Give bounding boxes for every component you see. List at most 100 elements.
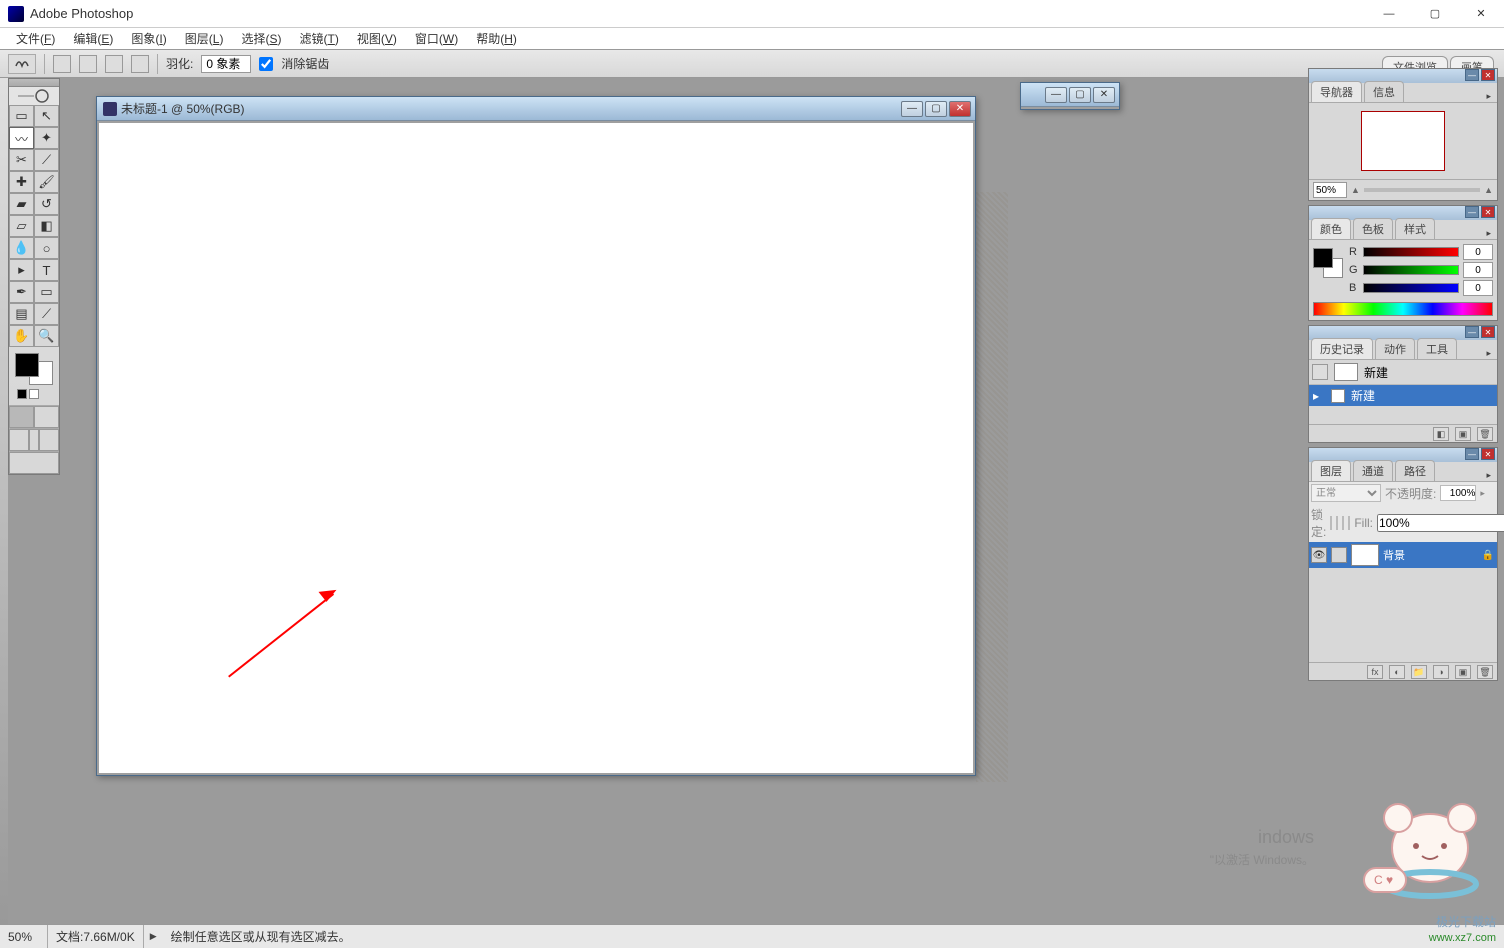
delete-state-icon[interactable]: 🗑	[1477, 427, 1493, 441]
gradient-tool-icon[interactable]: ◧	[34, 215, 59, 237]
layer-style-icon[interactable]: fx	[1367, 665, 1383, 679]
panel-menu-icon[interactable]: ▸	[1480, 470, 1497, 481]
fill-input[interactable]	[1377, 514, 1504, 532]
zoom-tool-icon[interactable]: 🔍	[34, 325, 59, 347]
menu-view[interactable]: 视图(V)	[349, 28, 405, 49]
doc-maximize-icon[interactable]: ▢	[925, 101, 947, 117]
g-input[interactable]	[1463, 262, 1493, 278]
panel-close-icon[interactable]: ✕	[1481, 206, 1495, 218]
color-ramp[interactable]	[1313, 302, 1493, 316]
subtract-selection-icon[interactable]	[105, 55, 123, 73]
tab-tool-presets[interactable]: 工具	[1417, 338, 1457, 359]
tab-color[interactable]: 颜色	[1311, 218, 1351, 239]
hand-tool-icon[interactable]: ✋	[9, 325, 34, 347]
color-swatch[interactable]	[1313, 248, 1343, 278]
pen-tool-icon[interactable]: ✒	[9, 281, 34, 303]
navigator-thumbnail[interactable]	[1361, 111, 1445, 171]
blur-tool-icon[interactable]: 💧	[9, 237, 34, 259]
jump-to-icon[interactable]	[9, 452, 59, 474]
screen-mode-2-icon[interactable]	[29, 429, 40, 451]
zoom-slider[interactable]	[1364, 188, 1480, 192]
swap-colors-icon[interactable]	[29, 389, 39, 399]
heal-tool-icon[interactable]: ✚	[9, 171, 34, 193]
new-layer-icon[interactable]: ▣	[1455, 665, 1471, 679]
notes-tool-icon[interactable]: ▤	[9, 303, 34, 325]
b-input[interactable]	[1463, 280, 1493, 296]
default-colors-icon[interactable]	[17, 389, 27, 399]
navigator-zoom-input[interactable]	[1313, 182, 1347, 198]
minimize-button[interactable]: —	[1366, 0, 1412, 28]
zoom-in-icon[interactable]: ▲	[1484, 185, 1493, 195]
opacity-flyout-icon[interactable]: ▸	[1480, 488, 1485, 499]
status-doc-info[interactable]: 文档:7.66M/0K	[48, 925, 144, 948]
layer-row[interactable]: 👁 背景 🔒	[1309, 542, 1497, 568]
toolbox-header[interactable]	[9, 79, 59, 87]
doc-close-icon[interactable]: ✕	[949, 101, 971, 117]
standard-mode-icon[interactable]	[9, 406, 34, 428]
canvas[interactable]	[99, 123, 973, 773]
bg-doc-maximize-icon[interactable]: ▢	[1069, 87, 1091, 103]
lock-transparent-icon[interactable]	[1330, 516, 1332, 530]
lock-position-icon[interactable]	[1342, 516, 1344, 530]
menu-image[interactable]: 图象(I)	[123, 28, 174, 49]
history-item[interactable]: ▸ 新建	[1309, 385, 1497, 406]
screen-mode-3-icon[interactable]	[39, 429, 59, 451]
lock-all-icon[interactable]	[1348, 516, 1350, 530]
new-selection-icon[interactable]	[53, 55, 71, 73]
layer-name[interactable]: 背景	[1383, 547, 1477, 563]
opacity-input[interactable]	[1440, 485, 1476, 501]
panel-menu-icon[interactable]: ▸	[1480, 91, 1497, 102]
visibility-toggle-icon[interactable]: 👁	[1311, 547, 1327, 563]
tab-channels[interactable]: 通道	[1353, 460, 1393, 481]
tab-actions[interactable]: 动作	[1375, 338, 1415, 359]
new-snapshot-icon[interactable]: ▣	[1455, 427, 1471, 441]
r-input[interactable]	[1463, 244, 1493, 260]
eyedropper-icon[interactable]: ⟋	[34, 303, 59, 325]
brush-tool-icon[interactable]: 🖌	[34, 171, 59, 193]
path-select-icon[interactable]: ▸	[9, 259, 34, 281]
panel-minimize-icon[interactable]: —	[1465, 448, 1479, 460]
feather-input[interactable]	[201, 55, 251, 73]
new-set-icon[interactable]: 📁	[1411, 665, 1427, 679]
menu-edit[interactable]: 编辑(E)	[65, 28, 121, 49]
tab-history[interactable]: 历史记录	[1311, 338, 1373, 359]
panel-minimize-icon[interactable]: —	[1465, 206, 1479, 218]
slice-tool-icon[interactable]: ⟋	[34, 149, 59, 171]
tab-info[interactable]: 信息	[1364, 81, 1404, 102]
status-zoom[interactable]: 50%	[0, 925, 48, 948]
bg-doc-close-icon[interactable]: ✕	[1093, 87, 1115, 103]
panel-close-icon[interactable]: ✕	[1481, 448, 1495, 460]
menu-file[interactable]: 文件(F)	[8, 28, 63, 49]
tab-navigator[interactable]: 导航器	[1311, 81, 1362, 102]
add-selection-icon[interactable]	[79, 55, 97, 73]
antialias-checkbox[interactable]	[259, 57, 273, 71]
lasso-tool-icon[interactable]: 〰	[9, 127, 34, 149]
current-tool-icon[interactable]	[8, 54, 36, 74]
menu-select[interactable]: 选择(S)	[233, 28, 289, 49]
new-doc-from-state-icon[interactable]: ◧	[1433, 427, 1449, 441]
panel-minimize-icon[interactable]: —	[1465, 326, 1479, 338]
panel-close-icon[interactable]: ✕	[1481, 326, 1495, 338]
foreground-color-icon[interactable]	[15, 353, 39, 377]
bg-doc-minimize-icon[interactable]: —	[1045, 87, 1067, 103]
fg-color-icon[interactable]	[1313, 248, 1333, 268]
intersect-selection-icon[interactable]	[131, 55, 149, 73]
delete-layer-icon[interactable]: 🗑	[1477, 665, 1493, 679]
dodge-tool-icon[interactable]: ○	[34, 237, 59, 259]
quickmask-mode-icon[interactable]	[34, 406, 59, 428]
history-snapshot[interactable]: 新建	[1309, 360, 1497, 385]
lock-pixels-icon[interactable]	[1336, 516, 1338, 530]
screen-mode-1-icon[interactable]	[9, 429, 29, 451]
wand-tool-icon[interactable]: ✦	[34, 127, 59, 149]
move-tool-icon[interactable]: ↖	[34, 105, 59, 127]
g-slider[interactable]	[1363, 265, 1459, 275]
menu-layer[interactable]: 图层(L)	[177, 28, 232, 49]
menu-help[interactable]: 帮助(H)	[468, 28, 525, 49]
r-slider[interactable]	[1363, 247, 1459, 257]
tab-swatches[interactable]: 色板	[1353, 218, 1393, 239]
panel-minimize-icon[interactable]: —	[1465, 69, 1479, 81]
menu-filter[interactable]: 滤镜(T)	[291, 28, 346, 49]
close-button[interactable]: ✕	[1458, 0, 1504, 28]
stamp-tool-icon[interactable]: ▰	[9, 193, 34, 215]
panel-close-icon[interactable]: ✕	[1481, 69, 1495, 81]
